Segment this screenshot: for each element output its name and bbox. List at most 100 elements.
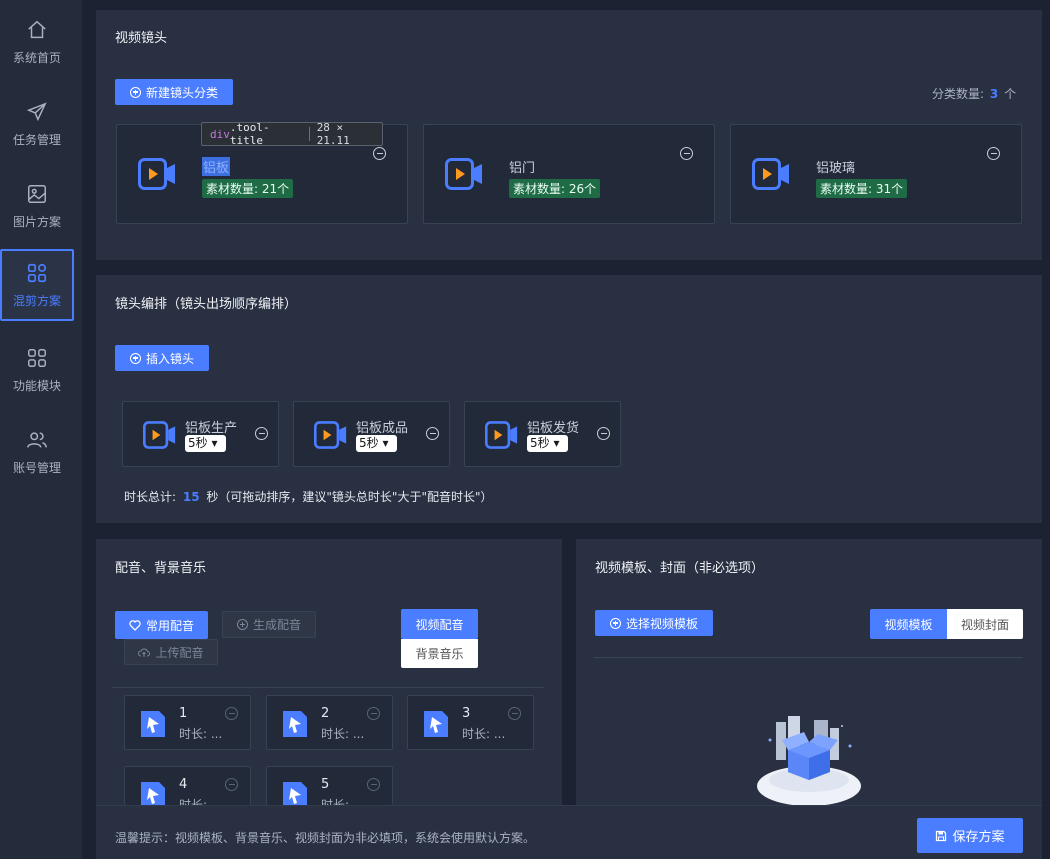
nav-item-tasks[interactable]: 任务管理	[0, 88, 74, 160]
video-camera-icon	[138, 158, 175, 190]
tooltip-tag: div	[210, 127, 230, 141]
duration-value: 5秒	[530, 436, 550, 450]
category-count: 分类数量: 3 个	[932, 85, 1016, 102]
duration-select[interactable]: 5秒 ▾	[527, 435, 568, 452]
heart-icon	[129, 619, 141, 631]
nav-label: 图片方案	[12, 214, 61, 229]
audio-file-icon	[141, 711, 165, 737]
shot-card[interactable]: 铝板成品 5秒 ▾	[293, 401, 450, 467]
nav-item-accounts[interactable]: 账号管理	[0, 416, 74, 488]
audio-file-icon	[141, 782, 165, 806]
audio-duration: 时长: ...	[462, 727, 506, 741]
arrangement-panel	[96, 275, 1042, 523]
generate-voice-label: 生成配音	[252, 618, 301, 632]
remove-shot-icon[interactable]	[597, 427, 610, 440]
shot-card[interactable]: 铝板生产 5秒 ▾	[122, 401, 279, 467]
category-count-value: 3	[989, 87, 999, 101]
shot-card[interactable]: 铝板发货 5秒 ▾	[464, 401, 621, 467]
audio-duration: 时长:	[179, 798, 208, 805]
remove-audio-icon[interactable]	[225, 778, 238, 791]
nav-label: 混剪方案	[12, 293, 61, 308]
remove-audio-icon[interactable]	[508, 707, 521, 720]
category-count-unit: 个	[1004, 87, 1017, 101]
generate-voice-button[interactable]: 生成配音	[222, 611, 316, 638]
plus-circle-icon	[609, 617, 621, 629]
nav-label: 系统首页	[12, 50, 61, 65]
audio-item[interactable]: 1 时长: ...	[124, 695, 251, 750]
plus-circle-icon	[236, 619, 248, 630]
audio-file-icon	[283, 711, 307, 737]
video-camera-icon	[314, 421, 347, 449]
tab-video-template[interactable]: 视频模板	[870, 609, 947, 639]
insert-shot-button[interactable]: 插入镜头	[115, 345, 209, 371]
insert-shot-label: 插入镜头	[145, 351, 194, 366]
duration-select[interactable]: 5秒 ▾	[356, 435, 397, 452]
category-card[interactable]: 铝玻璃 素材数量: 31个	[730, 124, 1022, 224]
new-category-label: 新建镜头分类	[145, 85, 218, 100]
new-category-button[interactable]: 新建镜头分类	[115, 79, 233, 105]
template-title: 视频模板、封面（非必选项）	[595, 561, 765, 576]
template-divider	[594, 657, 1023, 658]
nav-label: 账号管理	[12, 460, 61, 475]
audio-number: 5	[321, 777, 330, 792]
total-duration-value: 15	[182, 490, 200, 504]
tab-video-cover[interactable]: 视频封面	[947, 609, 1023, 639]
remove-shot-icon[interactable]	[426, 427, 439, 440]
upload-voice-button[interactable]: 上传配音	[124, 639, 218, 665]
remove-shot-icon[interactable]	[255, 427, 268, 440]
category-card[interactable]: 铝门 素材数量: 26个	[423, 124, 715, 224]
home-icon	[28, 20, 46, 38]
remove-audio-icon[interactable]	[225, 707, 238, 720]
chevron-down-icon: ▾	[549, 436, 560, 450]
save-plan-button[interactable]: 保存方案	[917, 818, 1023, 853]
tab-background-music[interactable]: 背景音乐	[401, 639, 478, 668]
category-name: 铝门	[509, 161, 536, 176]
nav-item-image-plans[interactable]: 图片方案	[0, 170, 74, 242]
video-camera-icon	[485, 421, 518, 449]
users-icon	[27, 431, 47, 448]
sidebar: 系统首页 任务管理 图片方案 混剪方案 功能模块 账号管理	[0, 0, 82, 859]
audio-file-icon	[424, 711, 448, 737]
tooltip-class: .tool-title	[229, 121, 270, 147]
shot-name: 铝板发货	[527, 421, 580, 436]
video-camera-icon	[143, 421, 176, 449]
remove-category-icon[interactable]	[680, 147, 693, 160]
nav-item-home[interactable]: 系统首页	[0, 6, 74, 78]
remove-audio-icon[interactable]	[367, 707, 380, 720]
save-icon	[936, 830, 947, 841]
select-template-button[interactable]: 选择视频模板	[595, 610, 713, 636]
tab-video-voice[interactable]: 视频配音	[401, 609, 478, 639]
chevron-down-icon: ▾	[207, 436, 218, 450]
audio-item[interactable]: 5 时长:	[266, 766, 393, 806]
nav-item-mix-plans[interactable]: 混剪方案	[0, 249, 74, 321]
remove-category-icon[interactable]	[373, 147, 386, 160]
remove-category-icon[interactable]	[987, 147, 1000, 160]
grid-icon	[27, 263, 47, 282]
audio-divider	[112, 687, 544, 688]
duration-value: 5秒	[188, 436, 208, 450]
nav-item-modules[interactable]: 功能模块	[0, 334, 74, 406]
shot-name: 铝板生产	[185, 421, 238, 436]
devtools-tooltip: div .tool-title 28 × 21.11	[201, 121, 383, 147]
audio-item[interactable]: 4 时长:	[124, 766, 251, 806]
apps-icon	[28, 348, 46, 367]
common-voice-button[interactable]: 常用配音	[115, 611, 208, 639]
duration-value: 5秒	[359, 436, 379, 450]
tooltip-separator	[308, 127, 310, 141]
plus-circle-icon	[129, 352, 141, 364]
audio-duration: 时长:	[321, 798, 350, 805]
audio-title: 配音、背景音乐	[115, 561, 207, 576]
image-icon	[28, 184, 46, 203]
audio-item[interactable]: 3 时长: ...	[407, 695, 534, 750]
chevron-down-icon: ▾	[378, 436, 389, 450]
send-icon	[26, 101, 47, 121]
plus-circle-icon	[129, 86, 141, 98]
audio-duration: 时长: ...	[321, 727, 365, 741]
video-camera-icon	[752, 158, 789, 190]
video-shots-title: 视频镜头	[115, 31, 168, 46]
duration-select[interactable]: 5秒 ▾	[185, 435, 226, 452]
audio-item[interactable]: 2 时长: ...	[266, 695, 393, 750]
video-camera-icon	[445, 158, 482, 190]
remove-audio-icon[interactable]	[367, 778, 380, 791]
upload-voice-label: 上传配音	[155, 645, 204, 660]
